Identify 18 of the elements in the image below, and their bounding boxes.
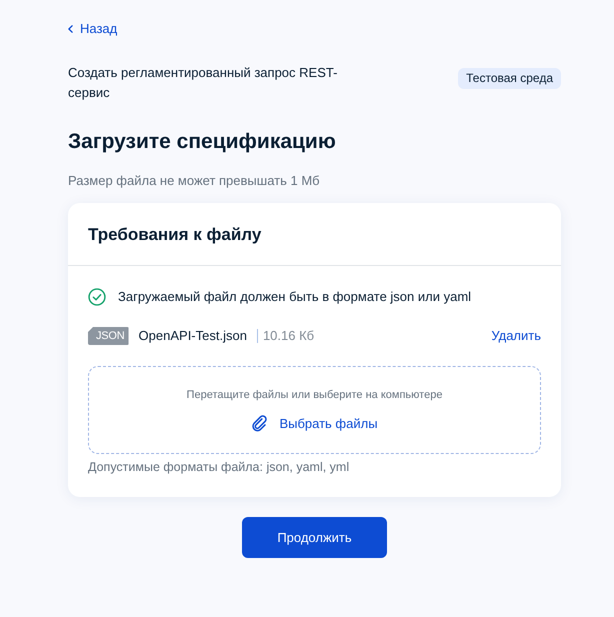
paperclip-icon bbox=[251, 415, 268, 432]
card-title: Требования к файлу bbox=[88, 224, 262, 246]
formats-note: Допустимые форматы файла: json, yaml, yml bbox=[88, 459, 350, 475]
dropzone-hint: Перетащите файлы или выберите на компьютере bbox=[186, 388, 442, 402]
delete-link[interactable]: Удалить bbox=[491, 326, 541, 346]
back-link[interactable]: Назад bbox=[68, 21, 118, 37]
continue-button[interactable]: Продолжить bbox=[242, 517, 387, 558]
choose-files-link[interactable]: Выбрать файлы bbox=[251, 415, 378, 432]
requirement-text: Загружаемый файл должен быть в формате json или yaml bbox=[118, 288, 472, 306]
environment-badge: Тестовая среда bbox=[458, 68, 561, 89]
file-size: 10.16 Кб bbox=[256, 329, 314, 343]
file-dropzone[interactable]: Перетащите файлы или выберите на компьютере Выбрать файлы bbox=[88, 366, 541, 454]
page-heading: Загрузите спецификацию bbox=[68, 129, 337, 155]
file-type-badge: JSON bbox=[88, 327, 129, 345]
page-subtitle: Размер файла не может превышать 1 Мб bbox=[68, 173, 321, 189]
file-name: OpenAPI-Test.json bbox=[138, 327, 247, 345]
chevron-left-icon bbox=[68, 25, 73, 33]
service-title: Создать регламентированный запрос REST-сервис bbox=[68, 64, 338, 102]
